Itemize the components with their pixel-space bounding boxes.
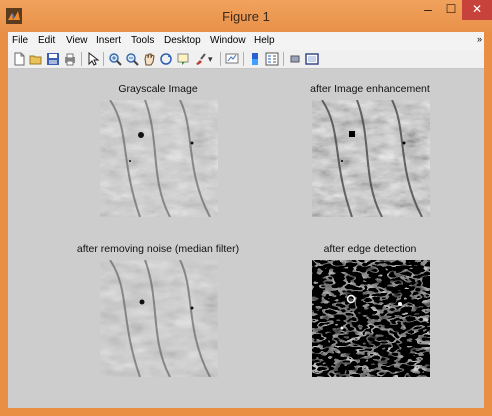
hide-plot-tools-icon[interactable] bbox=[288, 52, 302, 66]
figure-window: Figure 1 – ☐ ✕ File Edit View Insert Too… bbox=[0, 0, 492, 416]
menu-insert[interactable]: Insert bbox=[96, 35, 121, 46]
show-plot-tools-icon[interactable] bbox=[305, 52, 319, 66]
insert-colorbar-icon[interactable] bbox=[248, 52, 262, 66]
menu-edit[interactable]: Edit bbox=[38, 35, 55, 46]
menu-tools[interactable]: Tools bbox=[131, 35, 154, 46]
pan-icon[interactable] bbox=[142, 52, 156, 66]
pointer-icon[interactable] bbox=[86, 52, 100, 66]
insert-legend-icon[interactable] bbox=[265, 52, 279, 66]
toolbar-separator bbox=[81, 52, 82, 66]
toolbar-separator bbox=[243, 52, 244, 66]
title-bar[interactable]: Figure 1 – ☐ ✕ bbox=[0, 0, 492, 32]
open-file-icon[interactable] bbox=[29, 52, 43, 66]
new-figure-icon[interactable] bbox=[12, 52, 26, 66]
maximize-button[interactable]: ☐ bbox=[440, 0, 462, 20]
zoom-in-icon[interactable] bbox=[108, 52, 122, 66]
rotate-3d-icon[interactable] bbox=[159, 52, 173, 66]
edge-detection-image bbox=[312, 260, 430, 377]
print-icon[interactable] bbox=[63, 52, 77, 66]
toolbar-separator bbox=[283, 52, 284, 66]
link-plot-icon[interactable] bbox=[225, 52, 239, 66]
menu-window[interactable]: Window bbox=[210, 35, 246, 46]
figure-canvas: Grayscale Image after Image enhancement … bbox=[8, 69, 484, 408]
toolbar-separator bbox=[103, 52, 104, 66]
brush-icon[interactable] bbox=[193, 52, 207, 66]
menu-desktop[interactable]: Desktop bbox=[164, 35, 201, 46]
axes-title-median: after removing noise (median filter) bbox=[76, 243, 240, 255]
median-filtered-image bbox=[100, 260, 218, 377]
minimize-button[interactable]: – bbox=[416, 0, 440, 20]
axes-title-edges: after edge detection bbox=[323, 243, 417, 255]
enhanced-image bbox=[312, 100, 430, 217]
menu-bar: File Edit View Insert Tools Desktop Wind… bbox=[8, 32, 484, 50]
grayscale-image bbox=[100, 100, 218, 217]
close-button[interactable]: ✕ bbox=[462, 0, 492, 20]
menu-view[interactable]: View bbox=[66, 35, 88, 46]
axes-title-enhanced: after Image enhancement bbox=[310, 83, 430, 95]
menu-help[interactable]: Help bbox=[254, 35, 275, 46]
axes-title-grayscale: Grayscale Image bbox=[118, 83, 198, 95]
menu-overflow-icon[interactable]: » bbox=[477, 34, 482, 44]
toolbar-separator bbox=[220, 52, 221, 66]
menu-file[interactable]: File bbox=[12, 35, 28, 46]
figure-toolbar: ▾ bbox=[8, 50, 484, 69]
save-icon[interactable] bbox=[46, 52, 60, 66]
zoom-out-icon[interactable] bbox=[125, 52, 139, 66]
data-cursor-icon[interactable] bbox=[176, 52, 190, 66]
